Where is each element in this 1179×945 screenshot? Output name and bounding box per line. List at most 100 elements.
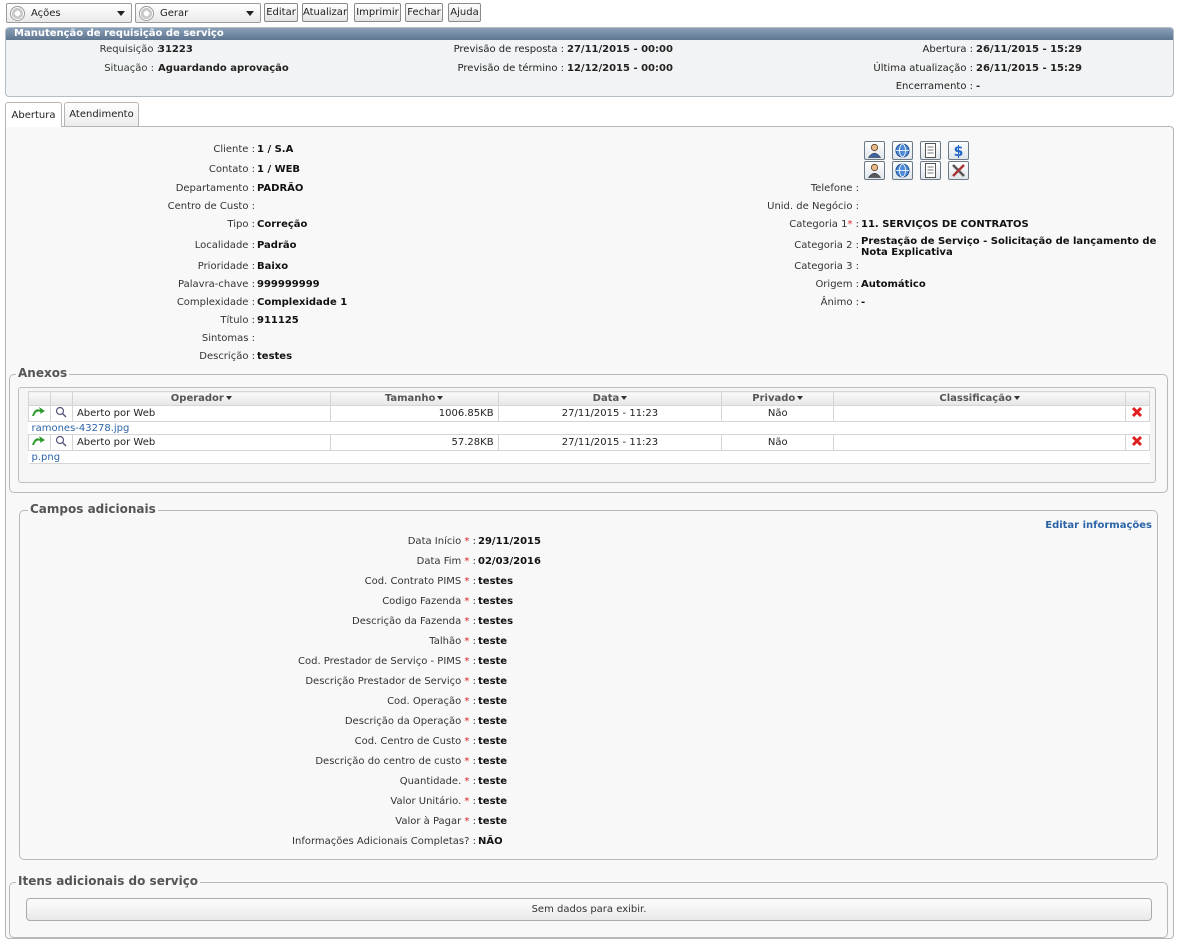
print-button[interactable]: Imprimir bbox=[354, 3, 401, 22]
campo-value: teste bbox=[478, 756, 508, 767]
help-button[interactable]: Ajuda bbox=[448, 3, 481, 22]
situacao-row: Situação : bbox=[104, 63, 154, 74]
field-label: Centro de Custo : bbox=[167, 201, 255, 212]
svg-text:$: $ bbox=[954, 144, 964, 158]
field-label: Origem : bbox=[815, 279, 859, 290]
ultima-atualizacao-value: 26/11/2015 - 15:29 bbox=[976, 63, 1082, 74]
user-icon[interactable] bbox=[864, 161, 885, 180]
dollar-icon[interactable]: $ bbox=[948, 141, 969, 160]
column-label: Tamanho bbox=[384, 393, 436, 404]
label-separator: : bbox=[469, 816, 476, 827]
campo-label: Valor Unitário. * : bbox=[390, 796, 476, 807]
cell-data: 27/11/2015 - 11:23 bbox=[497, 405, 723, 422]
file-link[interactable]: p.png bbox=[32, 452, 61, 463]
campo-label-text: Quantidade. bbox=[399, 776, 462, 787]
label-separator: : bbox=[469, 656, 476, 667]
label-separator: : bbox=[469, 776, 476, 787]
delete-icon[interactable] bbox=[1131, 406, 1143, 418]
campo-label-text: Descrição Prestador de Serviço bbox=[305, 676, 462, 687]
abertura-label: Abertura : bbox=[922, 44, 974, 55]
file-row: ramones-43278.jpg bbox=[28, 421, 1150, 435]
download-cell[interactable] bbox=[28, 434, 51, 451]
label-separator: : bbox=[469, 636, 476, 647]
sort-arrow-icon bbox=[1013, 396, 1020, 400]
tab-abertura[interactable]: Abertura bbox=[5, 102, 62, 127]
column-header-data[interactable]: Data bbox=[497, 391, 723, 406]
column-header-classificacao[interactable]: Classificação bbox=[833, 391, 1126, 406]
view-cell[interactable] bbox=[49, 405, 73, 422]
campo-label: Data Início * : bbox=[408, 536, 476, 547]
label-separator: : bbox=[852, 219, 859, 230]
actions-dropdown[interactable]: Ações bbox=[6, 3, 132, 23]
campo-value: teste bbox=[478, 696, 508, 707]
label-separator: : bbox=[469, 836, 476, 847]
delete-cell[interactable] bbox=[1124, 434, 1151, 451]
globe-icon[interactable] bbox=[892, 141, 913, 160]
field-value: testes bbox=[257, 351, 293, 362]
magnifier-icon[interactable] bbox=[55, 406, 67, 418]
previsao-termino-value: 12/12/2015 - 00:00 bbox=[567, 63, 673, 74]
header-action-1 bbox=[28, 391, 51, 406]
tools-icon[interactable] bbox=[948, 161, 969, 180]
download-cell[interactable] bbox=[28, 405, 51, 422]
table-header-row: Operador Tamanho Data Privado Classifica… bbox=[28, 391, 1151, 406]
field-label: Palavra-chave : bbox=[178, 279, 255, 290]
campo-label: Quantidade. * : bbox=[400, 776, 476, 787]
abertura-value: 26/11/2015 - 15:29 bbox=[976, 44, 1082, 55]
generate-dropdown-label: Gerar bbox=[160, 7, 189, 19]
file-link[interactable]: ramones-43278.jpg bbox=[32, 423, 130, 434]
delete-icon[interactable] bbox=[1131, 435, 1143, 447]
document-icon[interactable] bbox=[920, 161, 941, 180]
magnifier-icon[interactable] bbox=[55, 435, 67, 447]
campo-value: teste bbox=[478, 816, 508, 827]
edit-button[interactable]: Editar bbox=[264, 3, 298, 22]
view-cell[interactable] bbox=[49, 434, 73, 451]
campo-value: teste bbox=[478, 776, 508, 787]
sort-arrow-icon bbox=[797, 396, 804, 400]
field-label-text: Categoria 1 bbox=[789, 219, 848, 230]
delete-cell[interactable] bbox=[1124, 405, 1151, 422]
download-icon[interactable] bbox=[31, 406, 47, 418]
attachments-table: Operador Tamanho Data Privado Classifica… bbox=[28, 391, 1151, 464]
campo-label: Descrição Prestador de Serviço * : bbox=[305, 676, 476, 687]
campos-fieldset: Campos adicionais bbox=[19, 502, 1158, 860]
chevron-down-icon bbox=[246, 10, 254, 16]
label-separator: : bbox=[469, 736, 476, 747]
field-label: Contato : bbox=[208, 164, 255, 175]
requisicao-row: Requisição : bbox=[100, 44, 160, 55]
campo-label-text: Cod. Centro de Custo bbox=[354, 736, 462, 747]
column-header-privado[interactable]: Privado bbox=[721, 391, 835, 406]
edit-info-link[interactable]: Editar informações bbox=[1045, 520, 1152, 531]
refresh-button[interactable]: Atualizar bbox=[302, 3, 348, 22]
previsao-resposta-label: Previsão de resposta : bbox=[453, 44, 564, 55]
column-header-tamanho[interactable]: Tamanho bbox=[329, 391, 499, 406]
situacao-label: Situação : bbox=[104, 63, 154, 74]
campo-label: Descrição da Fazenda * : bbox=[352, 616, 476, 627]
field-label: Cliente : bbox=[213, 144, 255, 155]
field-value: 999999999 bbox=[257, 279, 320, 290]
field-label: Título : bbox=[220, 315, 255, 326]
generate-dropdown[interactable]: Gerar bbox=[135, 3, 261, 23]
field-label: Departamento : bbox=[175, 183, 255, 194]
close-button[interactable]: Fechar bbox=[405, 3, 443, 22]
attachments-grid: Operador Tamanho Data Privado Classifica… bbox=[18, 387, 1156, 483]
campo-value: teste bbox=[478, 796, 508, 807]
campo-value: teste bbox=[478, 736, 508, 747]
sort-arrow-icon bbox=[437, 396, 444, 400]
field-value: Complexidade 1 bbox=[257, 297, 348, 308]
label-separator: : bbox=[469, 696, 476, 707]
header-action-2 bbox=[49, 391, 73, 406]
campo-label-text: Valor à Pagar bbox=[395, 816, 462, 827]
user-icon[interactable] bbox=[864, 141, 885, 160]
globe-icon[interactable] bbox=[892, 161, 913, 180]
tab-atendimento[interactable]: Atendimento bbox=[64, 102, 139, 126]
field-value: Automático bbox=[861, 279, 926, 290]
column-header-operador[interactable]: Operador bbox=[71, 391, 331, 406]
campo-label-text: Data Fim bbox=[416, 556, 462, 567]
cell-tamanho: 57.28KB bbox=[329, 434, 499, 451]
document-icon[interactable] bbox=[920, 141, 941, 160]
table-row: Aberto por Web 57.28KB 27/11/2015 - 11:2… bbox=[28, 434, 1151, 451]
download-icon[interactable] bbox=[31, 435, 47, 447]
campo-label-text: Cod. Prestador de Serviço - PIMS bbox=[298, 656, 462, 667]
field-label: Ânimo : bbox=[821, 297, 859, 308]
